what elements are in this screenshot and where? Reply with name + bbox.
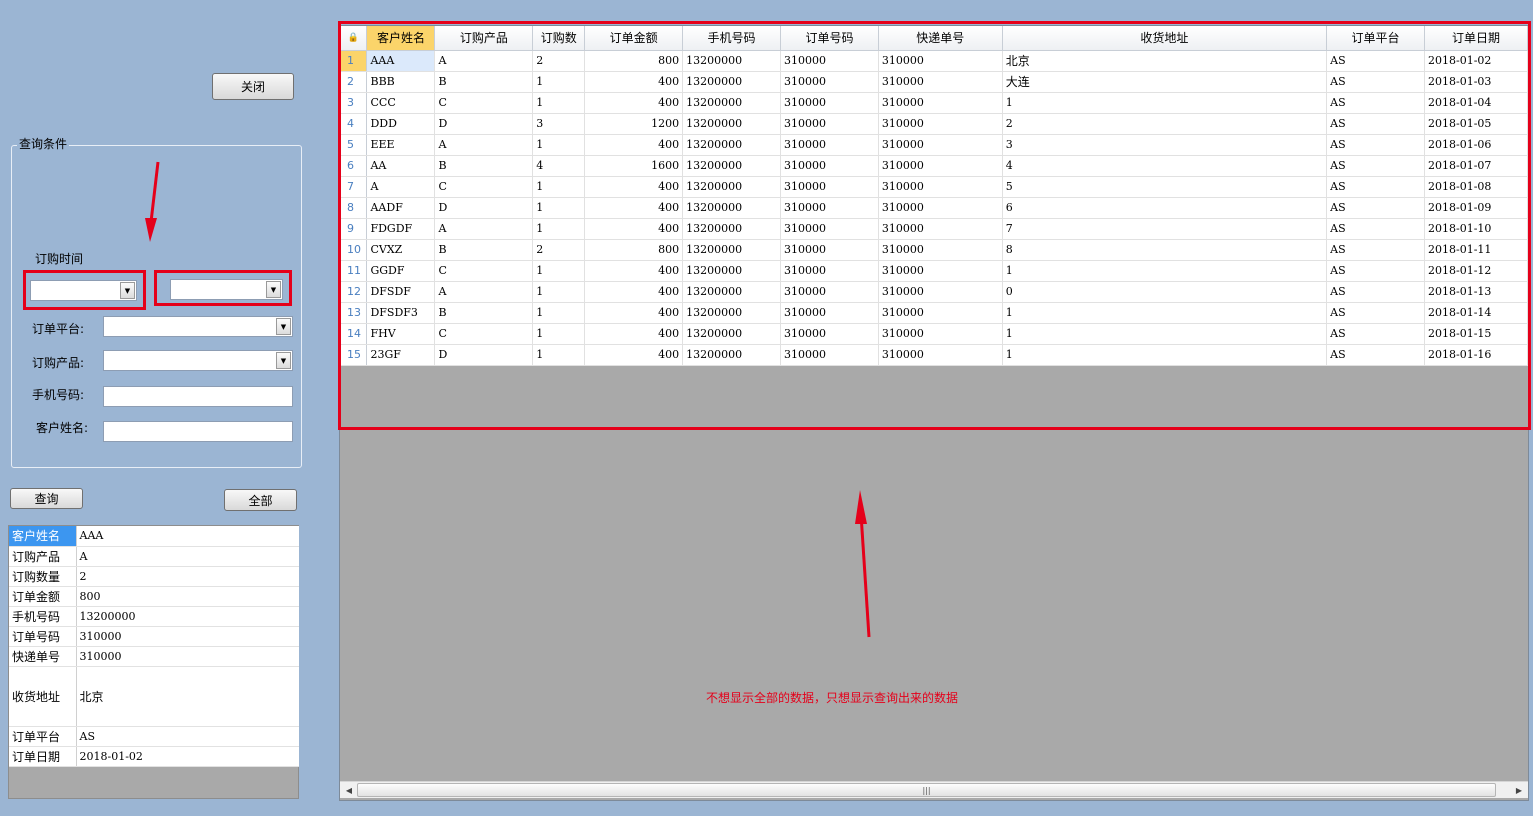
arrow-up-line — [859, 513, 871, 638]
arrow-down-head — [145, 218, 157, 242]
arrow-up-head — [855, 490, 867, 524]
annotation-text: 不想显示全部的数据，只想显示查询出来的数据 — [706, 691, 959, 705]
arrow-down-line — [149, 161, 160, 223]
